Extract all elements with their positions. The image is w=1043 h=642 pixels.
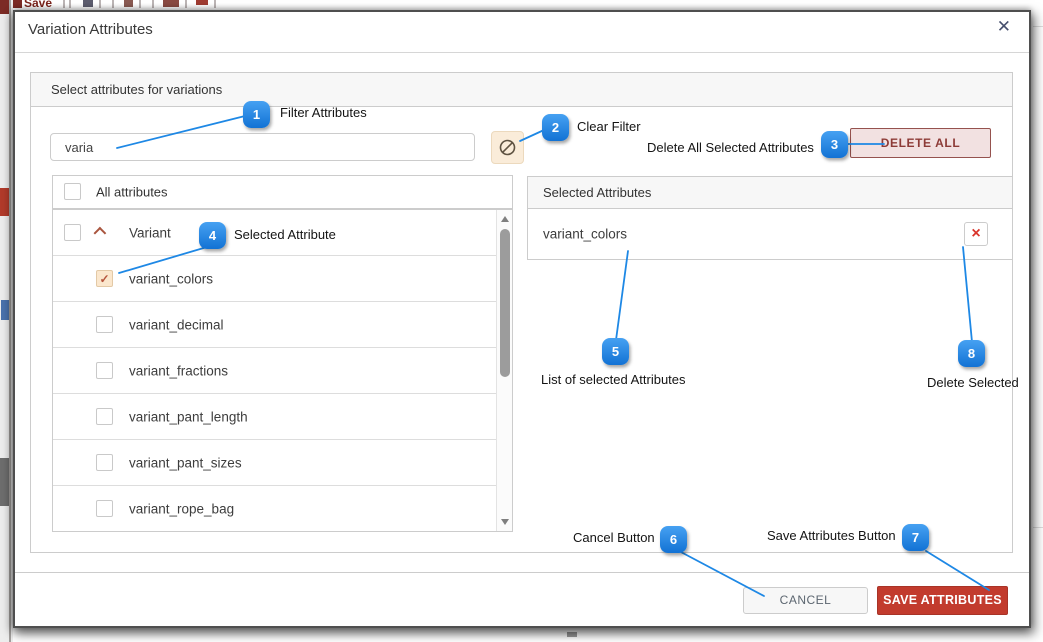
toolbar-save-label: Save	[24, 0, 52, 9]
callout-6-label: Cancel Button	[573, 530, 655, 545]
toolbar-separator	[152, 0, 154, 8]
selected-attribute-label: variant_colors	[543, 227, 627, 242]
scroll-up-icon[interactable]	[501, 216, 509, 222]
callout-1-label: Filter Attributes	[280, 105, 367, 120]
attribute-label: variant_decimal	[129, 317, 224, 332]
group-checkbox[interactable]	[64, 224, 81, 241]
group-label: Variant	[129, 225, 171, 240]
select-all-checkbox[interactable]	[64, 183, 81, 200]
delete-selected-button[interactable]: ×	[964, 222, 988, 246]
scrollbar-thumb[interactable]	[500, 229, 510, 377]
callout-2-badge: 2	[542, 114, 569, 141]
attribute-label: variant_rope_bag	[129, 501, 234, 516]
selected-attributes-panel: Selected Attributes variant_colors ×	[527, 176, 1013, 260]
toolbar-icon-fragment	[196, 0, 208, 5]
circle-slash-icon	[498, 138, 517, 157]
scroll-down-icon[interactable]	[501, 519, 509, 525]
dialog-title: Variation Attributes	[28, 21, 153, 38]
toolbar-separator	[112, 0, 114, 8]
footer-divider	[15, 572, 1029, 573]
selected-attribute-row: variant_colors ×	[528, 209, 1012, 259]
attribute-checkbox[interactable]	[96, 316, 113, 333]
all-attributes-header: All attributes	[52, 175, 513, 209]
callout-2-label: Clear Filter	[577, 119, 641, 134]
section-header: Select attributes for variations	[31, 73, 1012, 107]
attribute-label: variant_fractions	[129, 363, 228, 378]
filter-attributes-input[interactable]	[50, 133, 475, 161]
toolbar-icon-fragment	[163, 0, 179, 7]
toolbar-separator	[63, 0, 65, 8]
screenshot-root: Save Variation Attributes ✕ Select attri…	[0, 0, 1043, 642]
background-tick	[567, 632, 577, 637]
background-fragment	[0, 188, 9, 216]
toolbar-icon-fragment	[124, 0, 133, 7]
attribute-row[interactable]: variant_rope_bag	[53, 486, 512, 532]
delete-all-button[interactable]: DELETE ALL	[850, 128, 991, 158]
callout-1-badge: 1	[243, 101, 270, 128]
all-attributes-label: All attributes	[96, 185, 168, 200]
callout-5-label: List of selected Attributes	[541, 372, 686, 387]
close-icon[interactable]: ✕	[997, 18, 1011, 35]
attribute-row[interactable]: variant_fractions	[53, 348, 512, 394]
attribute-checkbox[interactable]	[96, 500, 113, 517]
background-fragment	[0, 0, 9, 14]
callout-8-badge: 8	[958, 340, 985, 367]
callout-7-badge: 7	[902, 524, 929, 551]
callout-3-label: Delete All Selected Attributes	[647, 140, 814, 155]
attributes-list: Variant ✓ variant_colors variant_decimal…	[52, 209, 513, 532]
attribute-row[interactable]: variant_pant_length	[53, 394, 512, 440]
background-line	[1033, 26, 1043, 27]
attribute-checkbox[interactable]	[96, 454, 113, 471]
callout-5-badge: 5	[602, 338, 629, 365]
save-attributes-button[interactable]: SAVE ATTRIBUTES	[877, 586, 1008, 615]
title-divider	[15, 52, 1029, 53]
toolbar-separator	[99, 0, 101, 8]
callout-8-label: Delete Selected	[927, 375, 1019, 390]
callout-3-badge: 3	[821, 131, 848, 158]
attribute-row[interactable]: ✓ variant_colors	[53, 256, 512, 302]
callout-6-badge: 6	[660, 526, 687, 553]
background-page-edge	[9, 0, 11, 642]
callout-4-label: Selected Attribute	[234, 227, 336, 242]
background-fragment	[1, 300, 9, 320]
attribute-row[interactable]: variant_pant_sizes	[53, 440, 512, 486]
collapse-caret-icon[interactable]	[94, 226, 107, 239]
toolbar-separator	[185, 0, 187, 8]
selected-attributes-header: Selected Attributes	[528, 177, 1012, 209]
callout-4-badge: 4	[199, 222, 226, 249]
callout-7-label: Save Attributes Button	[767, 528, 896, 543]
cancel-button[interactable]: CANCEL	[743, 587, 868, 614]
clear-filter-button[interactable]	[491, 131, 524, 164]
background-left-strip	[0, 0, 13, 642]
list-scrollbar[interactable]	[496, 210, 512, 531]
toolbar-separator	[214, 0, 216, 8]
toolbar-separator	[69, 0, 71, 8]
attribute-checkbox[interactable]	[96, 408, 113, 425]
attribute-label: variant_pant_length	[129, 409, 248, 424]
toolbar-separator	[139, 0, 141, 8]
attribute-checkbox[interactable]	[96, 362, 113, 379]
attribute-label: variant_colors	[129, 271, 213, 286]
attribute-checkbox-checked[interactable]: ✓	[96, 270, 113, 287]
attribute-row[interactable]: variant_decimal	[53, 302, 512, 348]
attribute-label: variant_pant_sizes	[129, 455, 242, 470]
background-line	[1033, 527, 1043, 528]
background-toolbar-strip: Save	[0, 0, 1043, 9]
toolbar-icon-fragment	[83, 0, 93, 7]
